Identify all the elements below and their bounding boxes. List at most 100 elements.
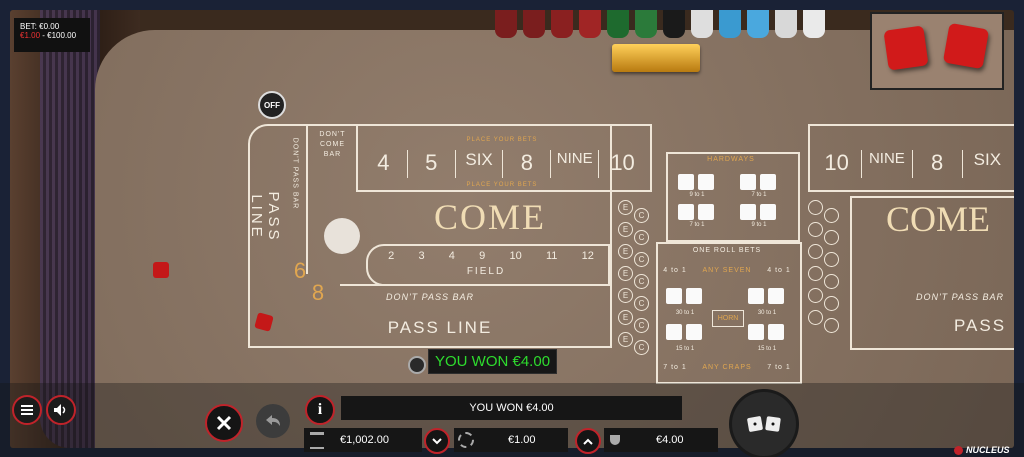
win-display: €4.00 bbox=[604, 428, 718, 452]
hard-8-odds: 9 to 1 bbox=[751, 222, 767, 228]
win-popup: YOU WON €4.00 bbox=[428, 349, 558, 374]
prop-aces-odds: 30 to 1 bbox=[675, 310, 695, 316]
chevron-up-icon bbox=[583, 438, 593, 445]
come-marker-e4[interactable]: E bbox=[618, 266, 633, 281]
prop-ace-deuce[interactable] bbox=[662, 324, 708, 348]
chip-rack bbox=[495, 10, 825, 40]
field-4[interactable]: 4 bbox=[449, 250, 455, 266]
mirror-pass[interactable]: PASS bbox=[940, 316, 1014, 336]
field-10[interactable]: 10 bbox=[509, 250, 521, 266]
come-marker-e2[interactable]: E bbox=[618, 222, 633, 237]
undo-button[interactable] bbox=[256, 404, 290, 438]
mirror-place-8[interactable]: 8 bbox=[913, 150, 963, 178]
info-button[interactable]: i bbox=[305, 395, 335, 425]
off-puck: OFF bbox=[258, 91, 286, 119]
come-marker-e1[interactable]: E bbox=[618, 200, 633, 215]
mirror-place-9[interactable]: NINE bbox=[862, 150, 913, 178]
decrease-chip-button[interactable] bbox=[424, 428, 450, 454]
roll-dice-button[interactable] bbox=[732, 392, 796, 456]
field-12[interactable]: 12 bbox=[582, 250, 594, 266]
rolled-die-1 bbox=[153, 262, 169, 278]
any-craps[interactable]: ANY CRAPS bbox=[690, 364, 764, 371]
come-marker-e3[interactable]: E bbox=[618, 244, 633, 259]
horn[interactable]: HORN bbox=[712, 310, 744, 327]
menu-button[interactable] bbox=[12, 395, 42, 425]
field-11[interactable]: 11 bbox=[546, 250, 557, 266]
come-marker-c3[interactable]: C bbox=[634, 252, 649, 267]
field-9[interactable]: 9 bbox=[479, 250, 485, 266]
bet-amount: BET: €0.00 bbox=[20, 22, 60, 31]
prop-ace-deuce-odds: 15 to 1 bbox=[675, 346, 695, 352]
undo-icon bbox=[266, 415, 280, 426]
place-8[interactable]: 8 bbox=[503, 150, 552, 178]
mirror-place-6[interactable]: SIX bbox=[963, 150, 1012, 178]
big-6[interactable]: 6 bbox=[290, 258, 310, 284]
hard-10-odds: 7 to 1 bbox=[751, 192, 767, 198]
hardways-grid: 9 to 1 7 to 1 7 to 1 9 to 1 bbox=[670, 170, 794, 234]
chevron-down-icon bbox=[432, 437, 442, 444]
pass-line-vertical[interactable]: PASS LINE bbox=[248, 177, 282, 257]
prop-eleven-odds: 15 to 1 bbox=[757, 346, 777, 352]
close-icon bbox=[216, 415, 232, 431]
mirror-come-markers bbox=[806, 200, 846, 360]
one-roll-label: ONE ROLL BETS bbox=[692, 247, 762, 254]
come-marker-e7[interactable]: E bbox=[618, 332, 633, 347]
come-marker-c2[interactable]: C bbox=[634, 230, 649, 245]
mirror-place-10[interactable]: 10 bbox=[812, 150, 863, 178]
chip-value-display: €1.00 bbox=[454, 428, 568, 452]
come-marker-c1[interactable]: C bbox=[634, 208, 649, 223]
place-your-bets-top: PLACE YOUR BETS bbox=[466, 137, 538, 143]
field-2[interactable]: 2 bbox=[388, 250, 394, 266]
clear-bets-button[interactable] bbox=[205, 404, 243, 442]
place-4[interactable]: 4 bbox=[360, 150, 408, 178]
any-seven-odds-left: 4 to 1 bbox=[663, 267, 687, 274]
come-marker-c4[interactable]: C bbox=[634, 274, 649, 289]
dont-pass-bar[interactable]: DON'T PASS BAR bbox=[350, 292, 510, 302]
prop-eleven[interactable] bbox=[744, 324, 790, 348]
place-your-bets-bottom: PLACE YOUR BETS bbox=[466, 182, 538, 188]
sound-button[interactable] bbox=[46, 395, 76, 425]
brand-name: NUCLEUS bbox=[966, 445, 1010, 455]
balance-value: €1,002.00 bbox=[340, 434, 389, 446]
place-9[interactable]: NINE bbox=[551, 150, 600, 178]
any-craps-odds-left: 7 to 1 bbox=[663, 364, 687, 371]
any-craps-odds-right: 7 to 1 bbox=[767, 364, 791, 371]
come-point-marker bbox=[324, 218, 360, 254]
place-5[interactable]: 5 bbox=[408, 150, 456, 178]
bet-limit-max: - €100.00 bbox=[40, 31, 77, 40]
hamburger-icon bbox=[21, 405, 33, 415]
mirror-dont-pass[interactable]: DON'T PASS BAR bbox=[910, 292, 1010, 302]
dont-pass-bar-vertical[interactable]: DON'T PASS BAR bbox=[292, 129, 299, 219]
pass-line[interactable]: PASS LINE bbox=[340, 318, 540, 338]
bet-panel: BET: €0.00 €1.00 - €100.00 bbox=[14, 18, 90, 52]
place-10[interactable]: 10 bbox=[599, 150, 646, 178]
chip-icon bbox=[458, 432, 474, 448]
come-marker-c7[interactable]: C bbox=[634, 340, 649, 355]
any-seven[interactable]: ANY SEVEN bbox=[690, 267, 764, 274]
come-marker-c5[interactable]: C bbox=[634, 296, 649, 311]
last-roll-die-1 bbox=[883, 25, 929, 71]
dice-icon bbox=[747, 416, 781, 432]
dont-come-bar[interactable]: DON'T COME BAR bbox=[310, 130, 355, 160]
mirror-come[interactable]: COME bbox=[886, 198, 1014, 240]
chip-value: €1.00 bbox=[508, 434, 536, 446]
field-3[interactable]: 3 bbox=[418, 250, 424, 266]
prop-twelve[interactable] bbox=[744, 288, 790, 312]
hard-4-odds: 7 to 1 bbox=[689, 222, 705, 228]
field-numbers: 2 3 4 9 10 11 12 bbox=[376, 250, 606, 266]
come-marker-e5[interactable]: E bbox=[618, 288, 633, 303]
bet-limit-min: €1.00 bbox=[20, 31, 41, 40]
come-marker-e6[interactable]: E bbox=[618, 310, 633, 325]
prop-aces[interactable] bbox=[662, 288, 708, 312]
increase-chip-button[interactable] bbox=[575, 428, 601, 454]
brand-logo: NUCLEUS bbox=[954, 444, 1010, 456]
big-8[interactable]: 8 bbox=[308, 280, 328, 306]
hard-6-odds: 9 to 1 bbox=[689, 192, 705, 198]
speaker-icon bbox=[54, 404, 66, 416]
come-marker-c6[interactable]: C bbox=[634, 318, 649, 333]
win-value: €4.00 bbox=[656, 434, 684, 446]
last-roll-panel bbox=[870, 12, 1004, 90]
place-6[interactable]: SIX bbox=[456, 150, 504, 178]
brand-mark-icon bbox=[954, 445, 963, 455]
come-area[interactable]: COME bbox=[390, 196, 590, 238]
